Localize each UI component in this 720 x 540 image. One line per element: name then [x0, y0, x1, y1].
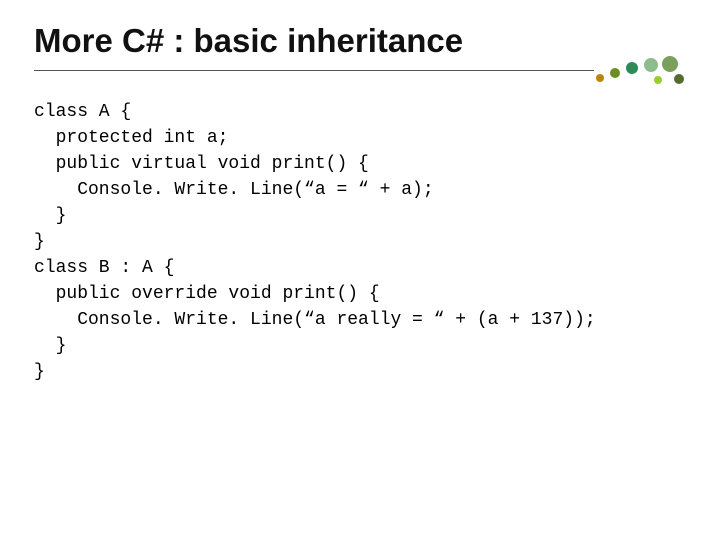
accent-dots [596, 56, 686, 86]
slide-title: More C# : basic inheritance [34, 22, 686, 60]
decorative-dot-icon [674, 74, 684, 84]
decorative-dot-icon [654, 76, 662, 84]
decorative-dot-icon [596, 74, 604, 82]
decorative-dot-icon [610, 68, 620, 78]
decorative-dot-icon [662, 56, 678, 72]
decorative-dot-icon [644, 58, 658, 72]
slide: More C# : basic inheritance class A { pr… [0, 0, 720, 540]
code-block: class A { protected int a; public virtua… [34, 99, 686, 385]
decorative-dot-icon [626, 62, 638, 74]
title-underline [34, 70, 594, 71]
